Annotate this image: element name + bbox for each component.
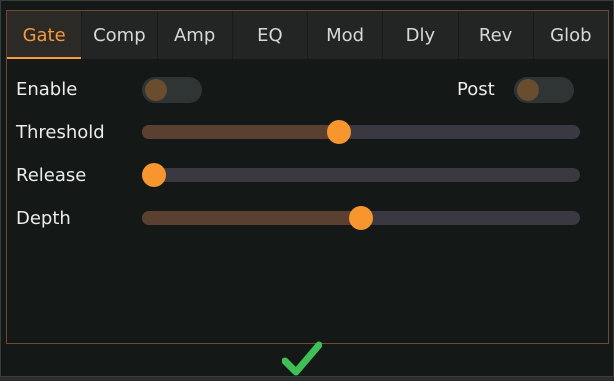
tab-glob[interactable]: Glob xyxy=(534,11,608,59)
post-toggle[interactable] xyxy=(514,77,574,103)
tab-dly[interactable]: Dly xyxy=(383,11,459,59)
checkmark-icon xyxy=(281,341,323,376)
settings-panel: Gate Comp Amp EQ Mod Dly Rev Glob Enable… xyxy=(6,10,609,344)
tab-bar: Gate Comp Amp EQ Mod Dly Rev Glob xyxy=(7,11,608,59)
post-label: Post xyxy=(457,79,495,100)
release-slider[interactable] xyxy=(142,163,580,187)
depth-label: Depth xyxy=(16,208,71,229)
tab-comp[interactable]: Comp xyxy=(82,11,158,59)
threshold-slider[interactable] xyxy=(142,120,580,144)
threshold-slider-thumb[interactable] xyxy=(327,120,351,144)
depth-slider-thumb[interactable] xyxy=(349,206,373,230)
tab-amp[interactable]: Amp xyxy=(158,11,233,59)
threshold-slider-fill xyxy=(142,125,339,139)
tab-eq[interactable]: EQ xyxy=(233,11,308,59)
enable-label: Enable xyxy=(16,79,78,100)
depth-slider-fill xyxy=(142,211,361,225)
release-slider-thumb[interactable] xyxy=(142,163,166,187)
release-label: Release xyxy=(16,165,87,186)
tab-mod[interactable]: Mod xyxy=(308,11,384,59)
depth-slider[interactable] xyxy=(142,206,580,230)
enable-toggle-knob xyxy=(145,79,167,101)
confirm-button[interactable] xyxy=(281,341,323,377)
threshold-label: Threshold xyxy=(16,122,105,143)
enable-toggle[interactable] xyxy=(142,77,202,103)
tab-gate[interactable]: Gate xyxy=(7,11,83,59)
post-toggle-knob xyxy=(517,79,539,101)
gate-settings-window: Gate Comp Amp EQ Mod Dly Rev Glob Enable… xyxy=(0,0,614,377)
tab-rev[interactable]: Rev xyxy=(459,11,534,59)
